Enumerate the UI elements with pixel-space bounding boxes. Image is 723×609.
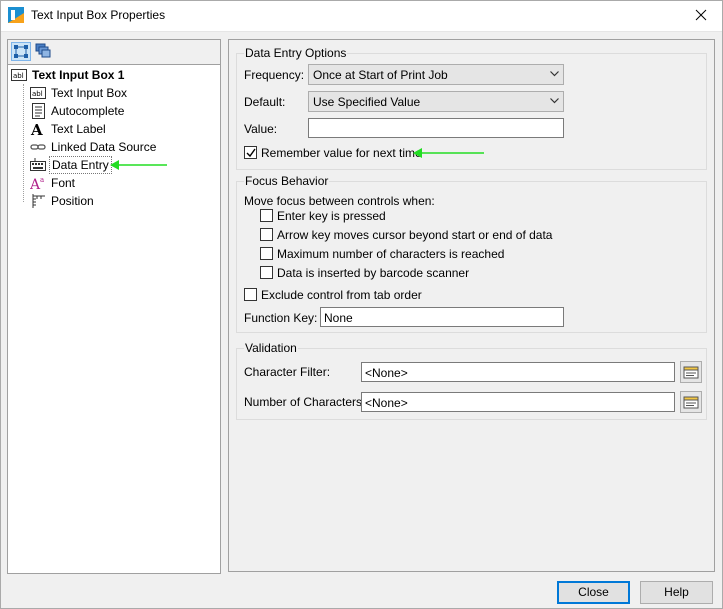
barcode-scanner-checkbox[interactable] — [260, 266, 273, 279]
max-chars-checkbox[interactable] — [260, 247, 273, 260]
character-filter-browse-button[interactable] — [680, 361, 702, 383]
exclude-tab-order-checkbox[interactable] — [244, 288, 257, 301]
svg-text:abl: abl — [13, 72, 24, 80]
help-button[interactable]: Help — [640, 581, 713, 604]
app-icon — [8, 7, 24, 23]
svg-text:abl: abl — [32, 90, 43, 98]
title-bar: Text Input Box Properties — [0, 0, 723, 32]
tree-root-label: Text Input Box 1 — [32, 68, 125, 82]
property-tree: abl Text Input Box 1 abl Text Input Box … — [7, 64, 221, 574]
window-close-button[interactable] — [679, 0, 723, 31]
character-filter-label: Character Filter: — [244, 365, 331, 379]
exclude-tab-order-label: Exclude control from tab order — [261, 288, 422, 302]
arrow-key-checkbox[interactable] — [260, 228, 273, 241]
abl-text-icon: abl — [11, 69, 27, 81]
number-of-characters-input[interactable]: <None> — [361, 392, 675, 412]
function-key-label: Function Key: — [244, 311, 318, 325]
focus-behavior-group: Focus Behavior Move focus between contro… — [236, 174, 707, 333]
focus-intro-label: Move focus between controls when: — [244, 194, 435, 208]
enter-key-checkbox[interactable] — [260, 209, 273, 222]
tree-view-icon — [14, 45, 28, 58]
window-title: Text Input Box Properties — [31, 8, 166, 22]
autocomplete-icon — [32, 103, 45, 119]
keyboard-icon — [30, 158, 46, 171]
tree-view-button[interactable] — [11, 42, 31, 61]
svg-text:a: a — [40, 176, 44, 184]
chevron-down-icon — [550, 71, 559, 77]
checkmark-icon — [246, 148, 256, 158]
tree-item-text-label[interactable]: A Text Label — [30, 120, 210, 138]
annotation-arrow-icon — [413, 148, 484, 158]
character-filter-input[interactable]: <None> — [361, 362, 675, 382]
edit-list-icon — [683, 396, 699, 409]
close-button[interactable]: Close — [557, 581, 630, 604]
link-icon — [30, 144, 46, 150]
content-panel: Data Entry Options Frequency: Once at St… — [228, 39, 715, 572]
layered-view-button[interactable] — [34, 42, 54, 61]
remember-value-checkbox[interactable] — [244, 146, 257, 159]
frequency-label: Frequency: — [244, 68, 305, 82]
font-icon: A a — [30, 176, 44, 191]
default-label: Default: — [244, 95, 286, 109]
group-title: Data Entry Options — [244, 46, 348, 60]
number-of-characters-browse-button[interactable] — [680, 391, 702, 413]
tree-item-font[interactable]: A a Font — [30, 174, 210, 192]
function-key-input[interactable]: None — [320, 307, 564, 327]
close-icon — [695, 9, 707, 21]
tree-item-text-input-box[interactable]: abl Text Input Box — [30, 84, 210, 102]
layers-icon — [35, 43, 51, 58]
tree-item-linked-data-source[interactable]: Linked Data Source — [30, 138, 210, 156]
tree-item-autocomplete[interactable]: Autocomplete — [30, 102, 210, 120]
tree-root[interactable]: abl Text Input Box 1 — [11, 66, 211, 84]
validation-group: Validation Character Filter: <None> Numb… — [236, 341, 707, 420]
number-of-characters-label: Number of Characters: — [244, 395, 366, 409]
value-input[interactable] — [308, 118, 564, 138]
text-label-icon: A — [30, 121, 43, 137]
position-icon — [32, 194, 45, 208]
remember-value-label: Remember value for next time — [261, 146, 422, 160]
svg-text:A: A — [30, 121, 43, 137]
frequency-dropdown[interactable]: Once at Start of Print Job — [308, 64, 564, 85]
edit-list-icon — [683, 366, 699, 379]
tree-toolbar — [7, 39, 221, 64]
default-dropdown[interactable]: Use Specified Value — [308, 91, 564, 112]
chevron-down-icon — [550, 98, 559, 104]
annotation-arrow-icon — [110, 160, 167, 170]
abl-text-icon: abl — [30, 87, 46, 99]
value-label: Value: — [244, 122, 278, 136]
tree-item-position[interactable]: Position — [30, 192, 210, 210]
